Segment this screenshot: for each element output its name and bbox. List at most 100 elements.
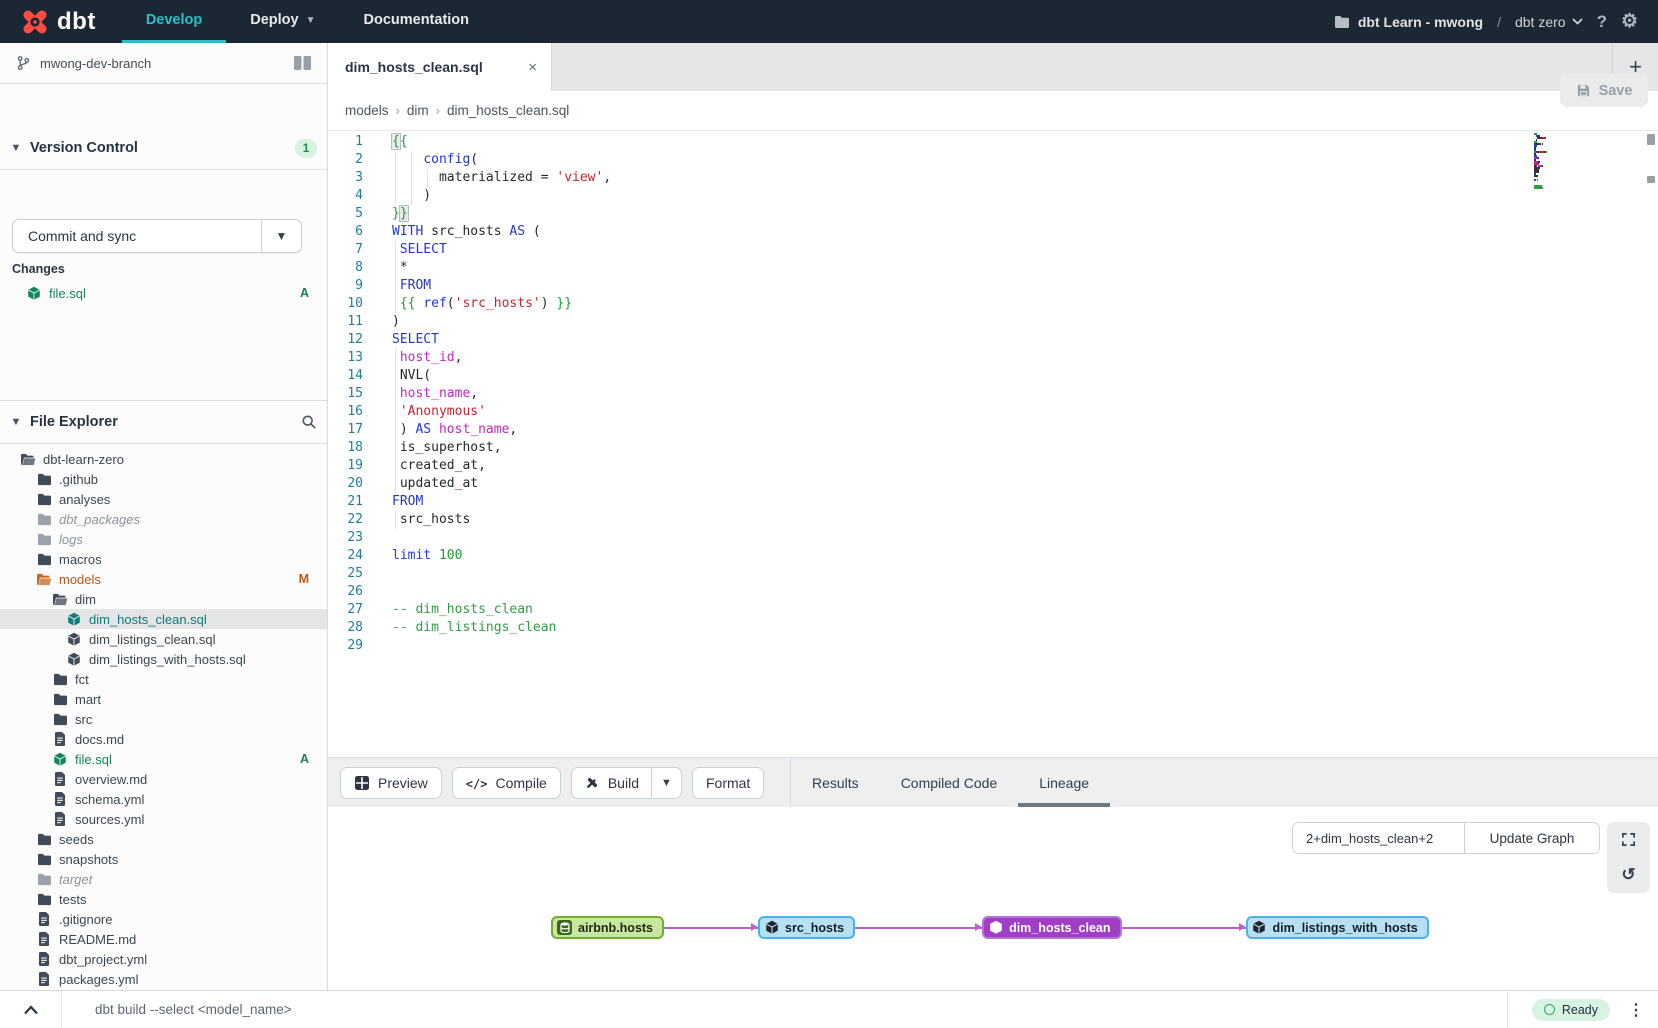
build-button[interactable]: Build▼: [571, 767, 682, 799]
code-line[interactable]: 5}}: [328, 205, 1658, 223]
code-line[interactable]: 4 ): [328, 187, 1658, 205]
tree-item-macros[interactable]: macros: [0, 549, 327, 569]
tree-item-tests[interactable]: tests: [0, 889, 327, 909]
lineage-node-dim-hosts-clean[interactable]: dim_hosts_clean: [982, 916, 1121, 939]
code-line[interactable]: 20 updated_at: [328, 475, 1658, 493]
scrollbar-thumb[interactable]: [1647, 134, 1655, 145]
tree-item-sources-yml[interactable]: sources.yml: [0, 809, 327, 829]
tree-item-packages-yml[interactable]: packages.yml: [0, 969, 327, 989]
editor-scrollbar[interactable]: [1646, 131, 1656, 757]
compile-button[interactable]: </>Compile: [452, 767, 561, 799]
code-line[interactable]: 3 materialized = 'view',: [328, 169, 1658, 187]
tree-item--github[interactable]: .github: [0, 469, 327, 489]
gear-icon[interactable]: ⚙: [1621, 10, 1638, 33]
code-line[interactable]: 28-- dim_listings_clean: [328, 619, 1658, 637]
tree-item-dim[interactable]: dim: [0, 589, 327, 609]
code-line[interactable]: 26: [328, 583, 1658, 601]
code-line[interactable]: 27-- dim_hosts_clean: [328, 601, 1658, 619]
nav-item-deploy[interactable]: Deploy▼: [226, 0, 339, 43]
nav-item-develop[interactable]: Develop: [122, 0, 226, 43]
commit-options-dropdown[interactable]: ▼: [261, 220, 301, 252]
tree-item-snapshots[interactable]: snapshots: [0, 849, 327, 869]
code-line[interactable]: 14 NVL(: [328, 367, 1658, 385]
minimap[interactable]: [1534, 133, 1562, 191]
help-icon[interactable]: ?: [1597, 12, 1607, 32]
tree-item-schema-yml[interactable]: schema.yml: [0, 789, 327, 809]
breadcrumb-segment[interactable]: models: [345, 103, 389, 118]
tab-compiled-code[interactable]: Compiled Code: [880, 758, 1019, 807]
code-line[interactable]: 13 host_id,: [328, 349, 1658, 367]
code-line[interactable]: 22 src_hosts: [328, 511, 1658, 529]
tree-item-target[interactable]: target: [0, 869, 327, 889]
tree-item-dim-listings-with-hosts-sql[interactable]: dim_listings_with_hosts.sql: [0, 649, 327, 669]
code-line[interactable]: 7 SELECT: [328, 241, 1658, 259]
reset-view-icon[interactable]: ↺: [1607, 858, 1650, 893]
tree-item-mart[interactable]: mart: [0, 689, 327, 709]
tab-dim-hosts-clean[interactable]: dim_hosts_clean.sql ×: [328, 43, 552, 91]
kebab-menu-icon[interactable]: ⋮: [1628, 1000, 1644, 1020]
tree-item-overview-md[interactable]: overview.md: [0, 769, 327, 789]
tree-item--gitignore[interactable]: .gitignore: [0, 909, 327, 929]
environment-switcher[interactable]: dbt zero: [1515, 14, 1583, 30]
code-line[interactable]: 16 'Anonymous': [328, 403, 1658, 421]
close-icon[interactable]: ×: [528, 59, 537, 76]
changed-file-row[interactable]: file.sqlA: [0, 282, 327, 304]
tree-item-src[interactable]: src: [0, 709, 327, 729]
tree-item-dbt-learn-zero[interactable]: dbt-learn-zero: [0, 449, 327, 469]
save-button[interactable]: Save: [1560, 74, 1648, 107]
fullscreen-icon[interactable]: [1607, 822, 1650, 857]
code-line[interactable]: 12SELECT: [328, 331, 1658, 349]
code-line[interactable]: 17 ) AS host_name,: [328, 421, 1658, 439]
dbt-logo[interactable]: dbt: [0, 0, 122, 43]
tree-item-file-sql[interactable]: file.sqlA: [0, 749, 327, 769]
lineage-node-src-hosts[interactable]: src_hosts: [758, 916, 855, 939]
tree-item-dbt-packages[interactable]: dbt_packages: [0, 509, 327, 529]
commit-and-sync-button[interactable]: Commit and sync ▼: [12, 219, 302, 253]
code-line[interactable]: 1{{: [328, 133, 1658, 151]
tree-item-analyses[interactable]: analyses: [0, 489, 327, 509]
code-line[interactable]: 9 FROM: [328, 277, 1658, 295]
update-graph-button[interactable]: Update Graph: [1464, 823, 1599, 853]
lineage-node-airbnb-hosts[interactable]: airbnb.hosts: [551, 916, 664, 939]
code-line[interactable]: 24limit 100: [328, 547, 1658, 565]
code-line[interactable]: 21FROM: [328, 493, 1658, 511]
tree-item-dim-listings-clean-sql[interactable]: dim_listings_clean.sql: [0, 629, 327, 649]
code-line[interactable]: 29: [328, 637, 1658, 655]
code-line[interactable]: 6WITH src_hosts AS (: [328, 223, 1658, 241]
code-line[interactable]: 10 {{ ref('src_hosts') }}: [328, 295, 1658, 313]
code-line[interactable]: 23: [328, 529, 1658, 547]
code-line[interactable]: 18 is_superhost,: [328, 439, 1658, 457]
lineage-node-dim-listings-with-hosts[interactable]: dim_listings_with_hosts: [1246, 916, 1429, 939]
tree-item-dbt-project-yml[interactable]: dbt_project.yml: [0, 949, 327, 969]
tree-item-docs-md[interactable]: docs.md: [0, 729, 327, 749]
code-line[interactable]: 2 config(: [328, 151, 1658, 169]
code-line[interactable]: 11): [328, 313, 1658, 331]
version-control-header[interactable]: ▼ Version Control 1: [0, 127, 327, 170]
project-switcher[interactable]: dbt Learn - mwong: [1334, 14, 1483, 30]
tree-item-readme-md[interactable]: README.md: [0, 929, 327, 949]
tree-item-fct[interactable]: fct: [0, 669, 327, 689]
code-editor[interactable]: 1{{2 config(3 materialized = 'view',4 )5…: [328, 131, 1658, 757]
nav-item-documentation[interactable]: Documentation: [339, 0, 493, 43]
tree-item-dim-hosts-clean-sql[interactable]: dim_hosts_clean.sql: [0, 609, 327, 629]
tree-item-logs[interactable]: logs: [0, 529, 327, 549]
build-options-dropdown[interactable]: ▼: [651, 768, 681, 798]
command-input[interactable]: dbt build --select <model_name>: [95, 1002, 292, 1017]
preview-button[interactable]: Preview: [340, 767, 442, 799]
expand-command-bar-chevron[interactable]: [0, 991, 62, 1028]
tree-item-seeds[interactable]: seeds: [0, 829, 327, 849]
tree-item-models[interactable]: modelsM: [0, 569, 327, 589]
code-line[interactable]: 19 created_at,: [328, 457, 1658, 475]
breadcrumb-segment[interactable]: dim: [407, 103, 429, 118]
code-line[interactable]: 8 *: [328, 259, 1658, 277]
lineage-selector-input[interactable]: [1293, 823, 1464, 853]
docs-book-icon[interactable]: [294, 56, 311, 70]
code-line[interactable]: 25: [328, 565, 1658, 583]
search-icon[interactable]: [301, 414, 317, 430]
breadcrumb-segment[interactable]: dim_hosts_clean.sql: [447, 103, 569, 118]
code-line[interactable]: 15 host_name,: [328, 385, 1658, 403]
tab-lineage[interactable]: Lineage: [1018, 758, 1110, 807]
tab-results[interactable]: Results: [791, 758, 880, 807]
format-button[interactable]: Format: [692, 767, 764, 799]
file-explorer-header[interactable]: ▼ File Explorer: [0, 401, 327, 444]
